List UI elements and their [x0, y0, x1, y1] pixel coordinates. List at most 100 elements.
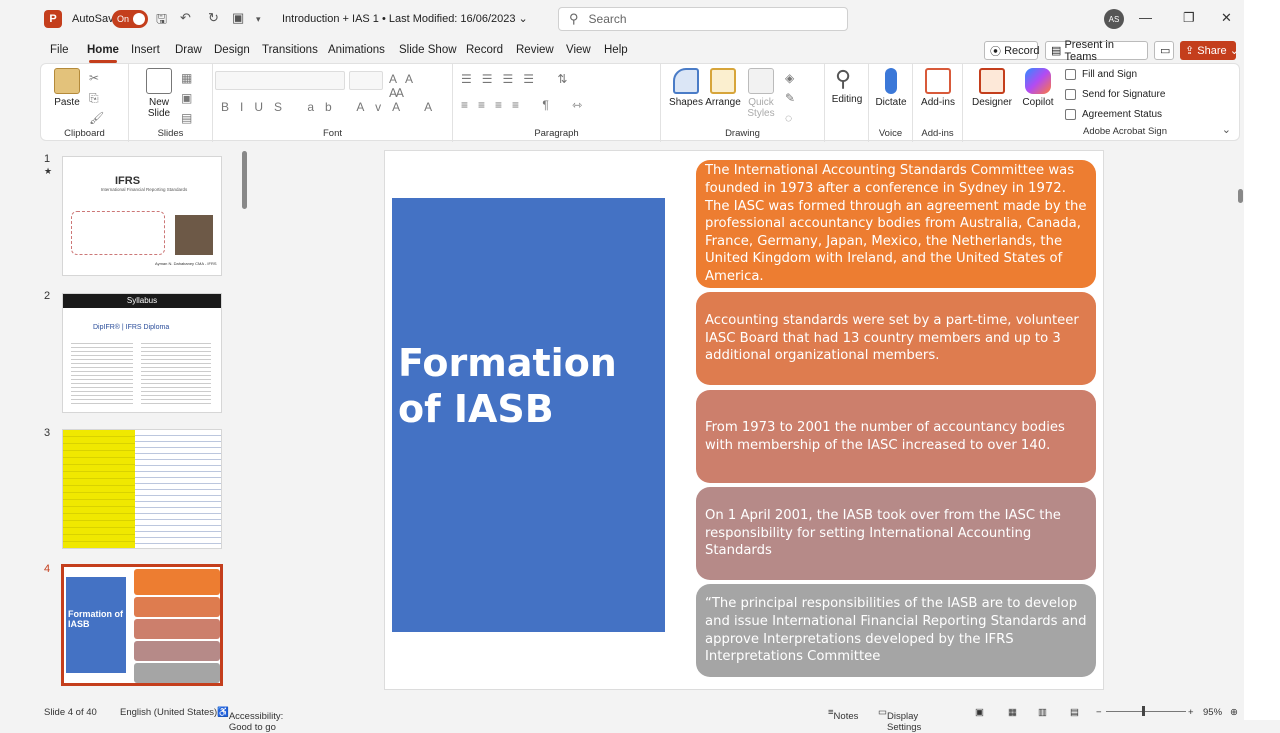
new-slide-button[interactable]: New Slide: [139, 68, 179, 119]
agreement-status-button[interactable]: Agreement Status: [1065, 109, 1162, 120]
tab-view[interactable]: View: [566, 44, 591, 56]
tab-draw[interactable]: Draw: [175, 44, 202, 56]
tab-animations[interactable]: Animations: [328, 44, 385, 56]
animation-star-icon: ★: [44, 166, 53, 176]
tab-record[interactable]: Record: [466, 44, 503, 56]
save-icon[interactable]: 🖫: [156, 10, 167, 32]
scroll-thumb[interactable]: [242, 151, 247, 209]
list-tools[interactable]: ☰☰☰☰ ⇅: [461, 72, 577, 86]
editing-button[interactable]: Editing: [829, 94, 865, 105]
voice-group: Dictate Voice: [869, 64, 913, 142]
collapse-ribbon-icon[interactable]: ⌄: [1222, 123, 1231, 136]
scroll-thumb[interactable]: [1238, 189, 1243, 203]
font-family-select[interactable]: [215, 71, 345, 90]
autosave-toggle[interactable]: On: [112, 10, 148, 28]
slide-thumbnail-4[interactable]: Formation of IASB: [61, 564, 223, 686]
slide-thumbnail-3[interactable]: [62, 429, 222, 549]
zoom-out-icon[interactable]: −: [1096, 707, 1102, 718]
thumbnail-scrollbar[interactable]: [240, 143, 250, 703]
record-button[interactable]: ⦿ Record: [984, 41, 1040, 60]
tab-insert[interactable]: Insert: [131, 44, 160, 56]
slides-label: Slides: [157, 128, 184, 139]
thumb-photo: [175, 215, 213, 255]
addins-label: Add-ins: [921, 128, 954, 139]
notes-button[interactable]: ≡ Notes: [828, 707, 858, 722]
zoom-slider[interactable]: [1106, 711, 1186, 712]
present-from-start-icon[interactable]: ▣: [232, 10, 244, 26]
avatar[interactable]: AS: [1104, 9, 1124, 29]
font-style-tools[interactable]: BIUS ab AvA A: [221, 100, 443, 114]
dictate-button[interactable]: Dictate: [873, 68, 909, 108]
thumb-table-blue: [135, 430, 221, 548]
arrange-button[interactable]: Arrange: [705, 68, 741, 108]
undo-icon[interactable]: ↶: [180, 10, 191, 26]
text-box-5[interactable]: “The principal responsibilities of the I…: [696, 584, 1096, 677]
font-size-tools[interactable]: AA Ꜳ: [389, 72, 452, 100]
clipboard-tools[interactable]: ✂ ⎘ 🖌: [89, 68, 109, 128]
tab-design[interactable]: Design: [214, 44, 250, 56]
text-box-3[interactable]: From 1973 to 2001 the number of accounta…: [696, 390, 1096, 483]
paragraph-label: Paragraph: [534, 128, 579, 139]
redo-icon[interactable]: ↻: [208, 10, 219, 26]
slide-show-icon[interactable]: ▤: [1070, 707, 1079, 718]
display-settings-button[interactable]: ▭ Display Settings: [878, 707, 921, 733]
zoom-slider-knob[interactable]: [1142, 706, 1145, 716]
thumb-box: [134, 663, 220, 683]
shapes-button[interactable]: Shapes: [669, 68, 703, 108]
customize-qat-icon[interactable]: ▾: [256, 14, 261, 25]
text-box-4[interactable]: On 1 April 2001, the IASB took over from…: [696, 487, 1096, 580]
fit-slide-icon[interactable]: ⊕: [1230, 707, 1238, 718]
thumb-subtitle: International Financial Reporting Standa…: [100, 187, 188, 192]
designer-button[interactable]: Designer: [969, 68, 1015, 108]
zoom-level[interactable]: 95%: [1203, 707, 1222, 718]
text-box-1[interactable]: The International Accounting Standards C…: [696, 160, 1096, 288]
copilot-button[interactable]: Copilot: [1017, 68, 1059, 108]
addins-icon: [925, 68, 951, 94]
share-button[interactable]: ⇪ Share ⌄: [1180, 41, 1239, 60]
slide-thumbnail-2[interactable]: Syllabus DipIFR® | IFRS Diploma: [62, 293, 222, 413]
text-box-2[interactable]: Accounting standards were set by a part-…: [696, 292, 1096, 385]
font-group: AA Ꜳ BIUS ab AvA A Font: [213, 64, 453, 142]
close-icon[interactable]: ✕: [1221, 10, 1232, 26]
addins-button[interactable]: Add-ins: [919, 68, 957, 108]
designer-icon: [979, 68, 1005, 94]
thumb-caption: Ayman N. Dahabaney CMA - IFRS: [155, 261, 217, 266]
slide-sorter-icon[interactable]: ▦: [1008, 707, 1017, 718]
align-tools[interactable]: ≡≡≡≡ ¶ ⇿: [461, 98, 592, 112]
font-size-select[interactable]: [349, 71, 383, 90]
fill-and-sign-button[interactable]: Fill and Sign: [1065, 69, 1137, 80]
search-icon: ⚲: [569, 11, 579, 26]
shape-format-tools[interactable]: ◈ ✎ ◌: [785, 68, 801, 128]
normal-view-icon[interactable]: ▣: [975, 707, 984, 718]
comments-icon[interactable]: ▭: [1154, 41, 1174, 60]
tab-file[interactable]: File: [50, 44, 69, 56]
tab-transitions[interactable]: Transitions: [262, 44, 318, 56]
zoom-in-icon[interactable]: +: [1188, 707, 1194, 718]
present-in-teams-button[interactable]: ▤ Present in Teams: [1045, 39, 1148, 63]
quick-styles-button[interactable]: Quick Styles: [745, 68, 777, 119]
tab-review[interactable]: Review: [516, 44, 554, 56]
voice-label: Voice: [878, 128, 903, 139]
send-for-signature-button[interactable]: Send for Signature: [1065, 89, 1165, 100]
find-icon: ⚲: [835, 66, 852, 91]
designer-group: Designer Copilot: [963, 64, 1063, 142]
accessibility-status[interactable]: ♿ Accessibility: Good to go: [217, 707, 283, 733]
search-input[interactable]: ⚲ Search: [558, 7, 848, 31]
reading-view-icon[interactable]: ▥: [1038, 707, 1047, 718]
slide-scrollbar[interactable]: [1236, 143, 1244, 703]
tab-help[interactable]: Help: [604, 44, 628, 56]
document-title[interactable]: Introduction + IAS 1 • Last Modified: 16…: [282, 12, 528, 25]
language-status[interactable]: English (United States): [120, 707, 217, 718]
paste-button[interactable]: Paste: [53, 68, 81, 108]
slide-thumbnail-1[interactable]: IFRS International Financial Reporting S…: [62, 156, 222, 276]
slide-title[interactable]: Formation of IASB: [398, 340, 658, 433]
slide-layout-tools[interactable]: ▦ ▣ ▤: [181, 68, 198, 128]
slides-group: New Slide ▦ ▣ ▤ Slides: [129, 64, 213, 142]
thumb-title: DipIFR® | IFRS Diploma: [93, 324, 170, 331]
minimize-icon[interactable]: —: [1139, 10, 1152, 25]
tab-slide-show[interactable]: Slide Show: [399, 44, 457, 56]
addins-group: Add-ins Add-ins: [913, 64, 963, 142]
thumb-text-lines: [71, 340, 133, 404]
tab-home[interactable]: Home: [87, 44, 119, 63]
restore-icon[interactable]: ❐: [1183, 10, 1195, 26]
